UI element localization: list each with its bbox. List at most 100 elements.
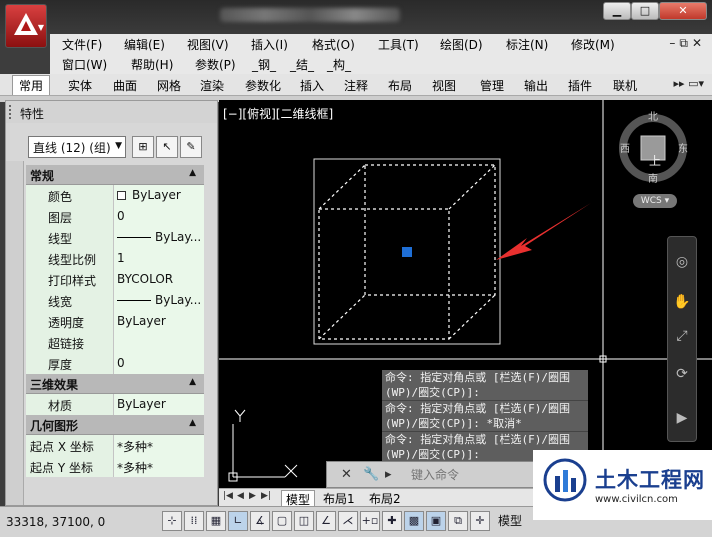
select-objects-button[interactable]: ↖ — [156, 136, 178, 158]
selection-dropdown[interactable]: 直线 (12) (组) ▼ — [28, 136, 126, 158]
tab-render[interactable]: 渲染 — [200, 77, 224, 94]
compass-south[interactable]: 南 — [648, 170, 658, 185]
maximize-button[interactable]: □ — [631, 2, 659, 20]
tab-layout2[interactable]: 布局2 — [369, 490, 401, 507]
menu-insert[interactable]: 插入(I) — [251, 36, 288, 53]
prop-value[interactable]: 1 — [114, 248, 204, 269]
prop-row-plot-style[interactable]: 打印样式 BYCOLOR — [26, 269, 204, 290]
prop-value[interactable]: ByLayer — [114, 185, 204, 206]
zoom-icon[interactable]: ⤢ — [671, 325, 693, 347]
menu-edit[interactable]: 编辑(E) — [124, 36, 165, 53]
tab-mesh[interactable]: 网格 — [157, 77, 181, 94]
object-snap-icon[interactable]: ▢ — [272, 511, 292, 531]
menu-view[interactable]: 视图(V) — [187, 36, 229, 53]
prop-value[interactable]: 0 — [114, 353, 204, 374]
menu-window[interactable]: 窗口(W) — [62, 56, 107, 73]
tab-layout1[interactable]: 布局1 — [323, 490, 355, 507]
dynamic-input-icon[interactable]: +▫ — [360, 511, 380, 531]
compass-west[interactable]: 西 — [620, 140, 630, 155]
more-tabs-icon[interactable]: ▸▸ ▭▾ — [674, 77, 704, 90]
tab-annotate[interactable]: 注释 — [344, 77, 368, 94]
prop-value[interactable]: BYCOLOR — [114, 269, 204, 290]
prop-value[interactable]: ByLayer — [114, 394, 204, 415]
drag-grip-icon[interactable] — [9, 105, 13, 119]
selection-cycling-icon[interactable]: ⧉ — [448, 511, 468, 531]
tab-home[interactable]: 常用 — [12, 75, 51, 95]
close-icon[interactable]: ✕ — [341, 467, 352, 482]
annotation-monitor-icon[interactable]: ✛ — [470, 511, 490, 531]
first-layout-icon[interactable]: |◀ — [223, 491, 233, 501]
prop-row-thickness[interactable]: 厚度 0 — [26, 353, 204, 374]
prop-row-material[interactable]: 材质 ByLayer — [26, 394, 204, 415]
orbit-icon[interactable]: ⟳ — [671, 363, 693, 385]
prop-value[interactable]: ByLay... — [114, 227, 204, 248]
prop-row-linetype[interactable]: 线型 ByLay... — [26, 227, 204, 248]
lineweight-icon[interactable]: ✚ — [382, 511, 402, 531]
next-layout-icon[interactable]: ▶ — [249, 491, 256, 501]
command-prompt-icon[interactable]: ▸ — [385, 467, 392, 482]
wcs-menu[interactable]: WCS ▾ — [633, 194, 677, 208]
prop-row-hyperlink[interactable]: 超链接 — [26, 332, 204, 353]
menu-help[interactable]: 帮助(H) — [131, 56, 173, 73]
menu-dimension[interactable]: 标注(N) — [506, 36, 548, 53]
properties-header[interactable]: 特性 — [6, 101, 217, 123]
prop-row-transparency[interactable]: 透明度 ByLayer — [26, 311, 204, 332]
menu-tools[interactable]: 工具(T) — [378, 36, 419, 53]
coordinate-readout[interactable]: 33318, 37100, 0 — [6, 515, 105, 529]
transparency-icon[interactable]: ▩ — [404, 511, 424, 531]
tab-view[interactable]: 视图 — [432, 77, 456, 94]
application-menu-button[interactable]: ▼ — [5, 4, 47, 48]
menu-frame[interactable]: _构_ — [327, 56, 351, 73]
ortho-mode-icon[interactable]: ∟ — [228, 511, 248, 531]
quick-properties-icon[interactable]: ▣ — [426, 511, 446, 531]
model-space-button[interactable]: 模型 — [498, 512, 522, 529]
dynamic-ucs-icon[interactable]: ⋌ — [338, 511, 358, 531]
viewcube-top-label[interactable]: 上 — [649, 152, 661, 169]
quick-select-button[interactable]: ✎ — [180, 136, 202, 158]
prop-value[interactable]: ByLayer — [114, 311, 204, 332]
section-3d-effects[interactable]: 三维效果 ▲ — [26, 374, 204, 394]
grid-display-icon[interactable]: ▦ — [206, 511, 226, 531]
prev-layout-icon[interactable]: ◀ — [237, 491, 244, 501]
section-geometry[interactable]: 几何图形 ▲ — [26, 415, 204, 435]
section-general[interactable]: 常规 ▲ — [26, 165, 204, 185]
tab-insert[interactable]: 插入 — [300, 77, 324, 94]
viewport-controls-label[interactable]: [−][俯视][二维线框] — [223, 105, 333, 122]
polar-tracking-icon[interactable]: ∡ — [250, 511, 270, 531]
prop-value[interactable]: 0 — [114, 206, 204, 227]
tab-layout[interactable]: 布局 — [388, 77, 412, 94]
compass-north[interactable]: 北 — [648, 108, 658, 123]
prop-row-lineweight[interactable]: 线宽 ByLay... — [26, 290, 204, 311]
prop-value[interactable]: *多种* — [114, 435, 204, 456]
prop-value[interactable] — [114, 332, 204, 353]
prop-row-layer[interactable]: 图层 0 — [26, 206, 204, 227]
prop-row-start-y[interactable]: 起点 Y 坐标 *多种* — [26, 456, 204, 477]
showmotion-icon[interactable]: ▶ — [671, 407, 693, 429]
minimize-button[interactable]: ▁ — [603, 2, 631, 20]
menu-modify[interactable]: 修改(M) — [571, 36, 615, 53]
menu-structure[interactable]: _结_ — [290, 56, 314, 73]
menu-parameters[interactable]: 参数(P) — [195, 56, 236, 73]
snap-mode-icon[interactable]: ⁞⁞ — [184, 511, 204, 531]
palette-side-strip[interactable] — [6, 161, 24, 505]
menu-format[interactable]: 格式(O) — [312, 36, 355, 53]
close-button[interactable]: ✕ — [659, 2, 707, 20]
tab-output[interactable]: 输出 — [524, 77, 548, 94]
toggle-pickadd-button[interactable]: ⊞ — [132, 136, 154, 158]
object-snap-tracking-icon[interactable]: ∠ — [316, 511, 336, 531]
tab-parametric[interactable]: 参数化 — [245, 77, 281, 94]
pan-icon[interactable]: ✋ — [671, 291, 693, 313]
prop-row-color[interactable]: 颜色 ByLayer — [26, 185, 204, 206]
tab-surface[interactable]: 曲面 — [113, 77, 137, 94]
3d-object-snap-icon[interactable]: ◫ — [294, 511, 314, 531]
tab-manage[interactable]: 管理 — [480, 77, 504, 94]
customize-wrench-icon[interactable]: 🔧 — [363, 467, 379, 482]
menu-file[interactable]: 文件(F) — [62, 36, 102, 53]
infer-constraints-icon[interactable]: ⊹ — [162, 511, 182, 531]
prop-row-start-x[interactable]: 起点 X 坐标 *多种* — [26, 435, 204, 456]
document-window-controls[interactable]: –⧉✕ — [669, 36, 706, 51]
last-layout-icon[interactable]: ▶| — [261, 491, 271, 501]
compass-east[interactable]: 东 — [678, 140, 688, 155]
prop-value[interactable]: *多种* — [114, 456, 204, 477]
prop-row-linetype-scale[interactable]: 线型比例 1 — [26, 248, 204, 269]
